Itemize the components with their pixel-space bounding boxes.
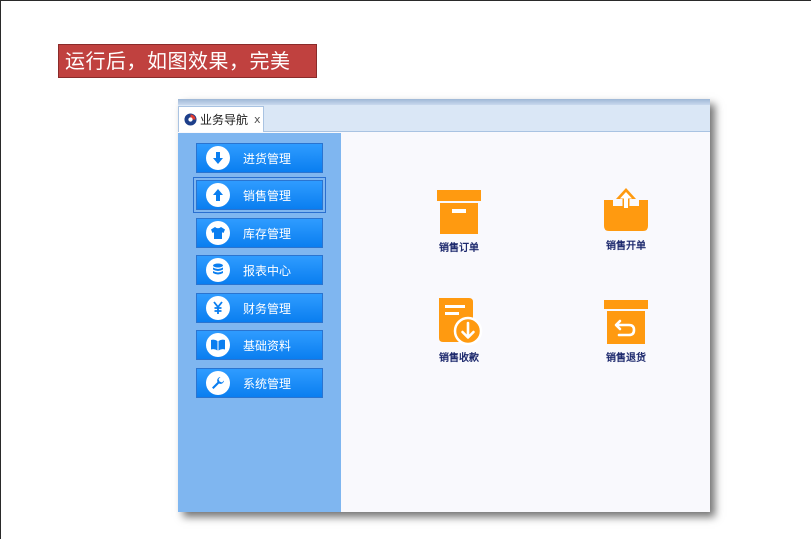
document-download-icon [439,298,483,346]
sidebar-item-label: 财务管理 [243,301,292,316]
sidebar-item-reports[interactable]: 报表中心 [196,255,323,285]
tile-label: 销售订单 [439,243,479,254]
tab-label: 业务导航 [200,113,249,127]
arrow-up-icon [206,183,230,207]
book-icon [206,333,230,357]
sidebar-item-label: 进货管理 [243,151,292,166]
tile-label: 销售开单 [606,241,646,252]
database-icon [206,258,230,282]
tshirt-icon [206,221,230,245]
screen-border-top [0,0,811,1]
sidebar-item-sales[interactable]: 销售管理 [193,177,326,213]
arrow-down-icon [206,146,230,170]
tile-sales-collection[interactable]: 销售收款 [424,296,494,364]
tab-business-nav[interactable]: 业务导航 x [178,106,264,132]
box-return-icon [604,300,648,344]
sidebar-item-basic-data[interactable]: 基础资料 [196,330,323,360]
tile-sales-invoice[interactable]: 销售开单 [591,186,661,252]
sidebar-item-label: 基础资料 [243,338,292,353]
tab-bar: 业务导航 x [178,105,710,132]
archive-box-icon [437,190,481,234]
sidebar-item-purchase[interactable]: 进货管理 [196,143,323,173]
caption-banner: 运行后，如图效果，完美 [58,44,317,78]
app-window: 业务导航 x 进货管理 销售管理 库存管理 报表中心 财务管理 基础资料 系统管… [178,99,710,512]
yen-icon [206,296,230,320]
sidebar-item-label: 库存管理 [243,226,292,241]
tab-close-icon[interactable]: x [254,113,261,126]
sidebar: 进货管理 销售管理 库存管理 报表中心 财务管理 基础资料 系统管理 [178,133,341,512]
sidebar-item-label: 系统管理 [243,376,292,391]
app-logo-icon [184,113,197,126]
tile-sales-return[interactable]: 销售退货 [591,298,661,364]
sidebar-item-label: 报表中心 [243,263,292,278]
content-panel: 销售订单 销售开单 销售收款 销售退货 [341,133,710,512]
sidebar-item-inventory[interactable]: 库存管理 [196,218,323,248]
inbox-upload-icon [604,188,648,231]
sidebar-item-label: 销售管理 [243,188,292,203]
tile-label: 销售退货 [606,353,646,364]
tile-sales-order[interactable]: 销售订单 [424,188,494,254]
wrench-icon [206,371,230,395]
screen-border-left [0,0,1,539]
tile-label: 销售收款 [439,353,479,364]
sidebar-item-finance[interactable]: 财务管理 [196,293,323,323]
sidebar-item-system[interactable]: 系统管理 [196,368,323,398]
